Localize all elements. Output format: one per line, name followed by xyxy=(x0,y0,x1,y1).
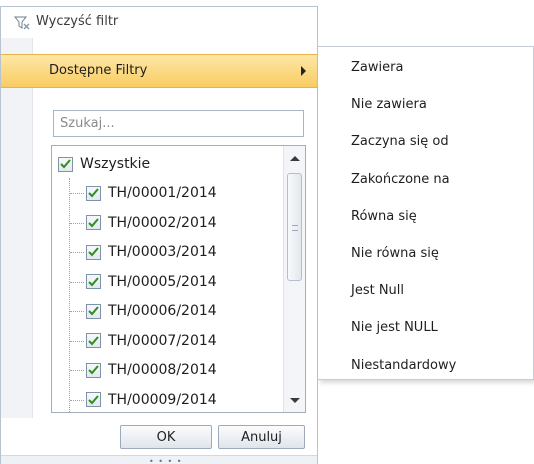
tree-branch xyxy=(70,222,84,224)
list-item[interactable]: TH/00001/2014 xyxy=(86,182,217,204)
list-item[interactable]: TH/00003/2014 xyxy=(86,241,217,263)
cancel-button[interactable]: Anuluj xyxy=(218,425,305,449)
resize-grip[interactable]: • • • • xyxy=(149,457,183,464)
item-checkbox[interactable] xyxy=(86,215,101,230)
item-checkbox[interactable] xyxy=(86,333,101,348)
item-label: TH/00007/2014 xyxy=(108,332,217,349)
checkmark-icon xyxy=(88,276,99,286)
checkmark-icon xyxy=(88,306,99,316)
scroll-down-arrow-icon[interactable] xyxy=(290,398,300,403)
submenu-item[interactable]: Niestandardowy xyxy=(351,358,456,378)
checkmark-icon xyxy=(88,335,99,345)
list-item[interactable]: TH/00005/2014 xyxy=(86,271,217,293)
grip-icon xyxy=(292,225,298,231)
clear-filter-row[interactable]: Wyczyść filtr xyxy=(1,7,317,38)
tree-branch xyxy=(70,311,84,312)
item-label: TH/00002/2014 xyxy=(108,214,217,231)
tree-branch xyxy=(70,340,84,342)
submenu-item[interactable]: Nie równa się xyxy=(351,246,439,266)
ok-button[interactable]: OK xyxy=(120,425,212,449)
funnel-clear-icon xyxy=(14,16,30,30)
item-label: TH/00003/2014 xyxy=(108,244,217,260)
list-item[interactable]: TH/00008/2014 xyxy=(86,359,217,381)
item-label: TH/00005/2014 xyxy=(108,273,217,290)
list-item[interactable]: TH/00006/2014 xyxy=(86,300,217,322)
menu-icon-strip xyxy=(1,38,33,418)
checkmark-icon xyxy=(88,247,99,257)
item-label: TH/00001/2014 xyxy=(108,185,217,201)
checkmark-icon xyxy=(88,217,99,227)
item-checkbox[interactable] xyxy=(86,303,101,319)
checkmark-icon xyxy=(60,159,71,169)
item-checkbox[interactable] xyxy=(86,244,101,260)
item-checkbox[interactable] xyxy=(86,274,101,289)
select-all-label: Wszystkie xyxy=(80,156,151,172)
list-item[interactable]: TH/00002/2014 xyxy=(86,212,217,234)
clear-filter-label: Wyczyść filtr xyxy=(36,14,119,29)
item-label: TH/00006/2014 xyxy=(108,303,217,319)
select-all-checkbox[interactable] xyxy=(58,156,73,172)
values-tree: Wszystkie TH/00001/2014 TH/00002/2014 TH/0… xyxy=(51,145,306,413)
item-checkbox[interactable] xyxy=(86,185,101,201)
scroll-up-arrow-icon[interactable] xyxy=(290,156,300,161)
chevron-right-icon xyxy=(301,66,306,76)
submenu-item[interactable]: Równa się xyxy=(351,209,417,229)
tree-branch xyxy=(70,252,84,253)
tree-branch xyxy=(70,399,84,401)
submenu-item[interactable]: Zaczyna się od xyxy=(351,134,449,154)
tree-branch xyxy=(70,281,84,283)
item-label: TH/00008/2014 xyxy=(108,362,217,378)
submenu-item[interactable]: Zawiera xyxy=(351,60,403,80)
filter-popup: Wyczyść filtr Dostępne Filtry Wszystkie … xyxy=(0,6,318,464)
list-item[interactable]: TH/00009/2014 xyxy=(86,389,217,411)
list-item[interactable]: TH/00007/2014 xyxy=(86,330,217,352)
submenu-item[interactable]: Nie jest NULL xyxy=(351,320,438,340)
checkmark-icon xyxy=(88,188,99,198)
checkmark-icon xyxy=(88,365,99,375)
checkmark-icon xyxy=(88,394,99,404)
item-checkbox[interactable] xyxy=(86,362,101,378)
available-filters-menu-item[interactable]: Dostępne Filtry xyxy=(1,54,317,88)
tree-branch xyxy=(70,193,84,194)
item-label: TH/00009/2014 xyxy=(108,391,217,408)
tree-branch xyxy=(70,370,84,371)
item-checkbox[interactable] xyxy=(86,392,101,407)
submenu-item[interactable]: Jest Null xyxy=(351,283,404,303)
scrollbar-thumb[interactable] xyxy=(287,173,302,281)
tree-connector xyxy=(69,178,70,412)
available-filters-label: Dostępne Filtry xyxy=(49,63,148,78)
search-input[interactable] xyxy=(53,110,304,137)
submenu-item[interactable]: Nie zawiera xyxy=(351,97,427,117)
select-all-item[interactable]: Wszystkie xyxy=(58,153,150,175)
filters-submenu: Zawiera Nie zawiera Zaczyna się od Zakończo… xyxy=(318,46,534,380)
scrollbar[interactable] xyxy=(283,146,305,412)
submenu-item[interactable]: Zakończone na xyxy=(351,172,450,192)
resize-bar[interactable]: • • • • xyxy=(1,455,317,464)
